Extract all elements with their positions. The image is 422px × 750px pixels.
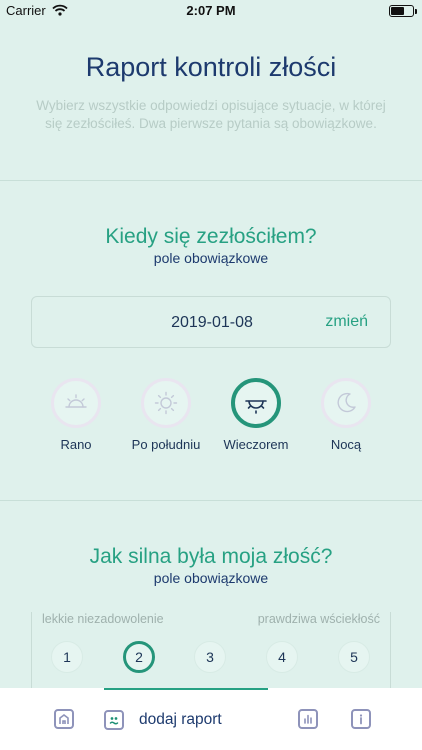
home-icon[interactable] <box>54 709 74 729</box>
time-option-label: Wieczorem <box>223 437 289 452</box>
add-report-icon <box>104 710 124 730</box>
time-option-afternoon[interactable]: Po południu <box>121 378 211 452</box>
scale-max-label: prawdziwa wściekłość <box>257 612 380 626</box>
tab-bar: dodaj raport <box>0 688 422 750</box>
time-option-morning[interactable]: Rano <box>31 378 121 452</box>
active-tab-indicator <box>104 688 268 690</box>
sunrise-icon <box>51 378 101 428</box>
info-icon[interactable] <box>351 709 371 729</box>
battery-icon <box>389 5 417 17</box>
question-when-required: pole obowiązkowe <box>153 250 269 266</box>
stats-icon[interactable] <box>298 709 318 729</box>
question-strength-required: pole obowiązkowe <box>153 570 269 586</box>
change-date-button[interactable]: zmień <box>325 313 368 331</box>
page-subtitle: Wybierz wszystkie odpowiedzi opisujące s… <box>36 98 386 131</box>
strength-option-1[interactable]: 1 <box>51 641 83 673</box>
tab-add-report[interactable]: dodaj raport <box>104 709 222 731</box>
status-bar: Carrier 2:07 PM <box>0 0 422 22</box>
time-option-label: Nocą <box>330 437 362 452</box>
date-field[interactable]: 2019-01-08 zmień <box>31 296 391 348</box>
sunset-icon <box>231 378 281 428</box>
strength-option-3[interactable]: 3 <box>194 641 226 673</box>
strength-option-4[interactable]: 4 <box>266 641 298 673</box>
question-strength-title: Jak silna była moja złość? <box>89 545 333 568</box>
time-option-label: Rano <box>60 437 92 452</box>
question-when-title: Kiedy się zezłościłem? <box>105 225 317 248</box>
sun-icon <box>141 378 191 428</box>
scale-min-label: lekkie niezadowolenie <box>42 612 164 626</box>
time-option-night[interactable]: Nocą <box>301 378 391 452</box>
section-divider <box>0 500 422 501</box>
moon-icon <box>321 378 371 428</box>
time-option-evening[interactable]: Wieczorem <box>211 378 301 452</box>
add-report-label: dodaj raport <box>139 711 222 728</box>
section-divider <box>0 180 422 181</box>
time-option-label: Po południu <box>131 437 201 452</box>
status-time: 2:07 PM <box>186 3 236 18</box>
page-title: Raport kontroli złości <box>85 52 337 82</box>
strength-option-5[interactable]: 5 <box>338 641 370 673</box>
strength-option-2[interactable]: 2 <box>123 641 155 673</box>
